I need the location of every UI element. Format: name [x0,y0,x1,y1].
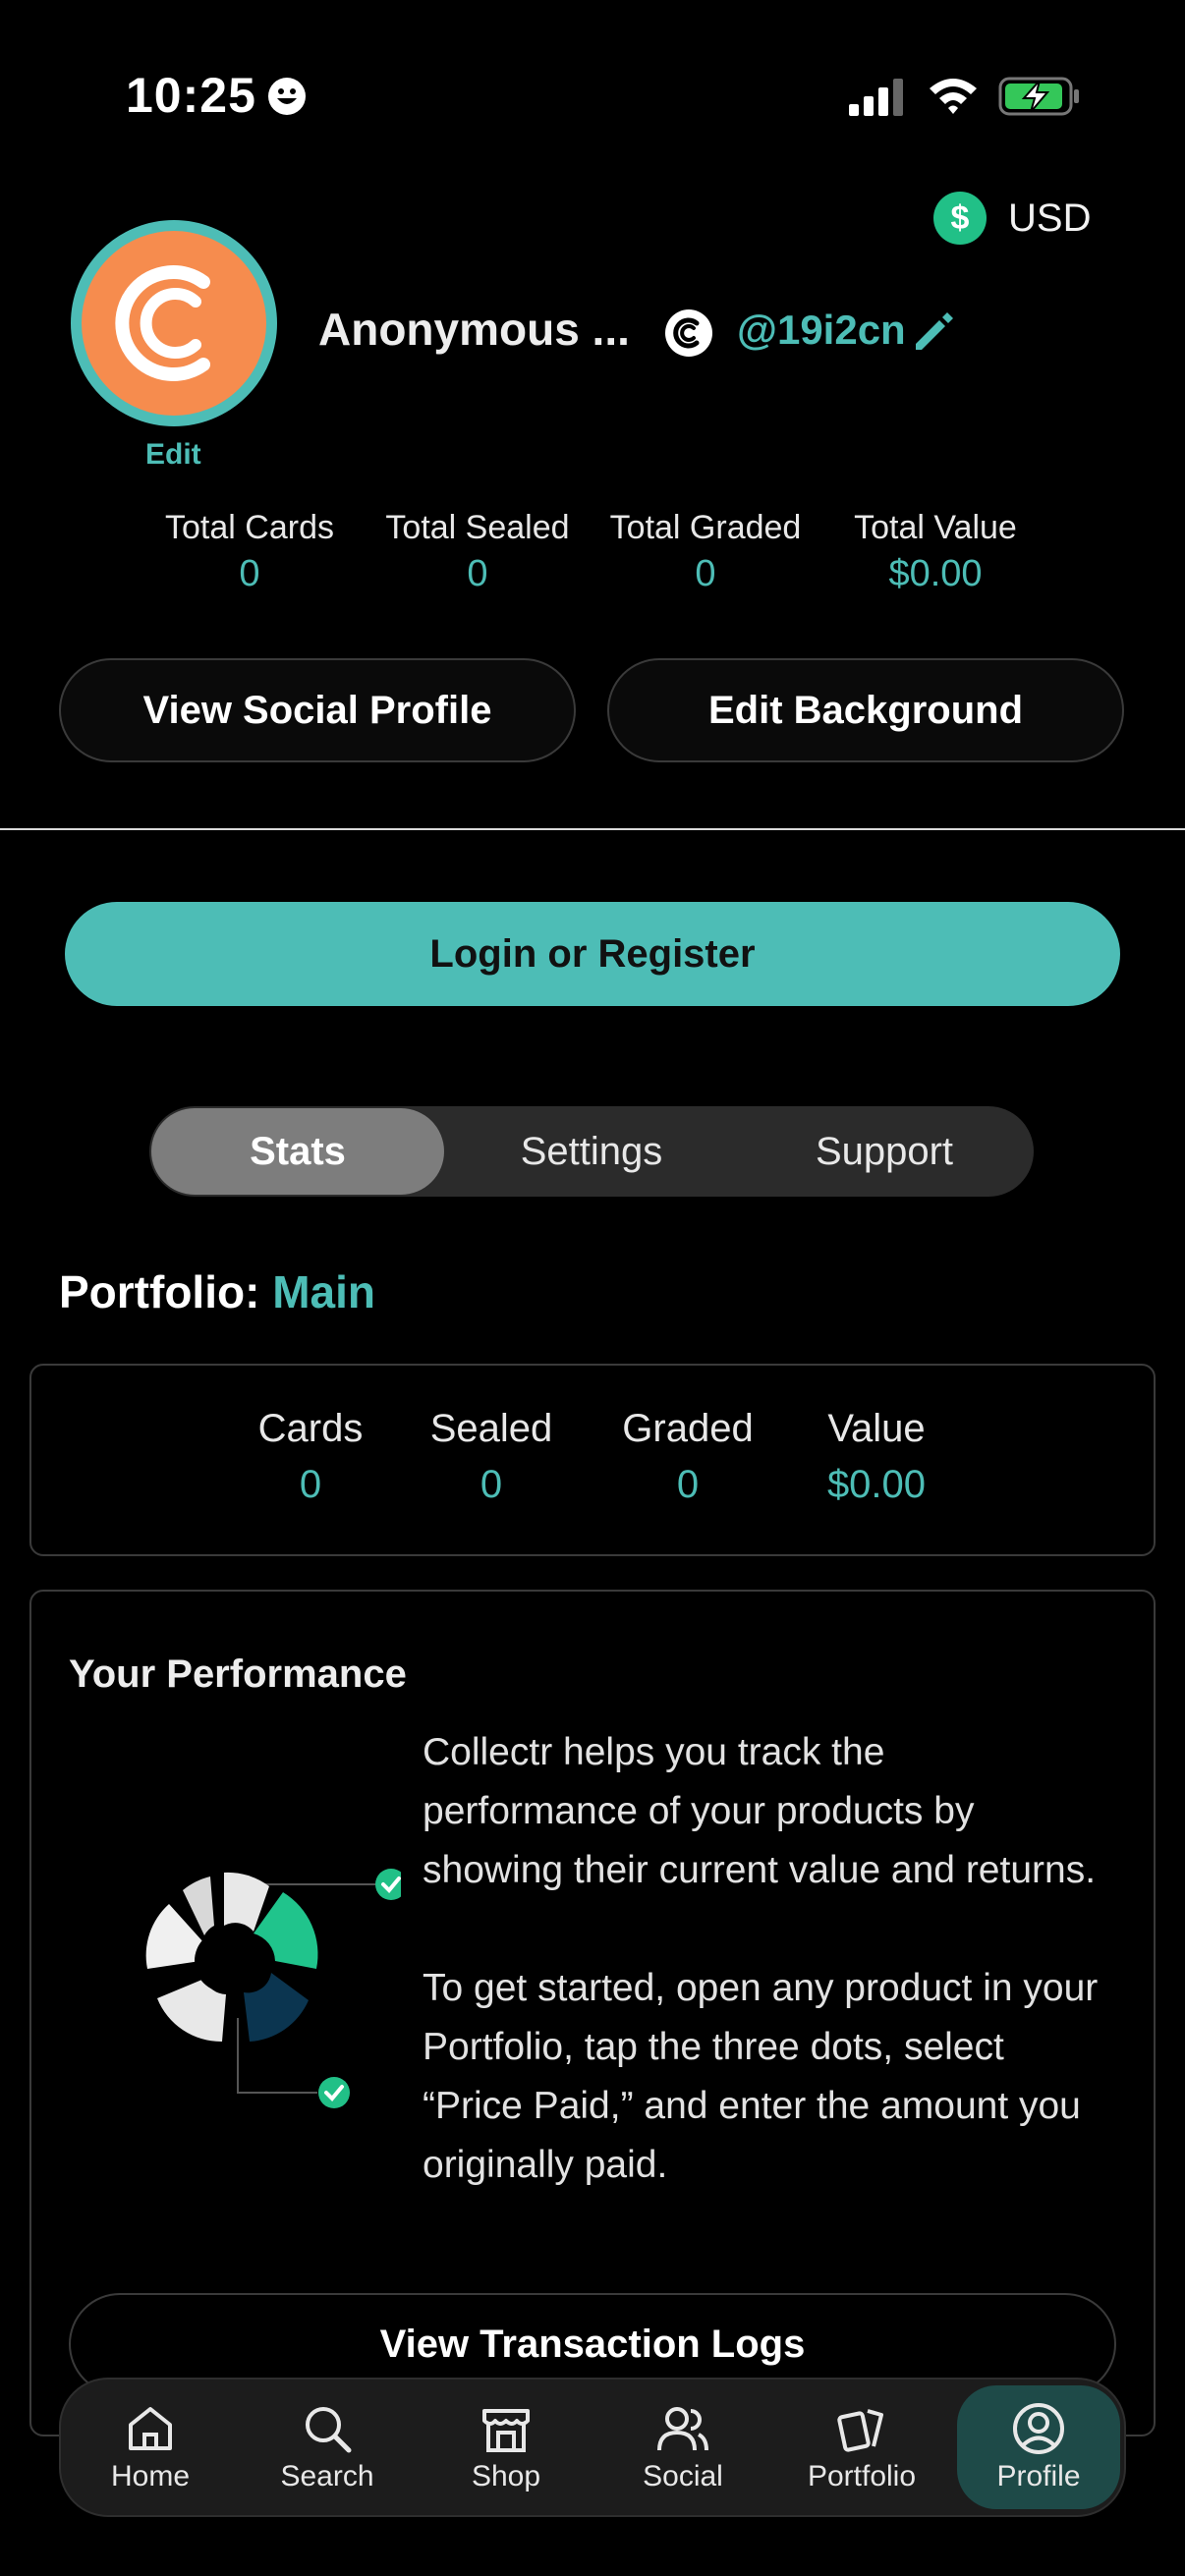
total-graded-label: Total Graded [609,509,802,546]
home-icon [129,2407,172,2450]
battery-charging-icon [998,77,1079,116]
cellular-signal-icon [849,79,903,116]
currency-code: USD [1008,196,1092,240]
nav-profile[interactable]: Profile [957,2385,1120,2509]
total-cards-label: Total Cards [165,509,334,546]
stat-cards-label: Cards [257,1407,364,1450]
dollar-coin-icon: $ [933,192,987,245]
view-social-profile-button[interactable]: View Social Profile [59,658,576,762]
status-time: 10:25 [126,68,256,123]
nav-social-label: Social [643,2460,723,2492]
total-cards-value: 0 [239,553,260,594]
stat-graded-value: 0 [676,1463,700,1506]
collectr-badge-icon [665,309,712,357]
stat-sealed-value: 0 [480,1463,503,1506]
nav-shop[interactable]: Shop [424,2380,588,2515]
user-handle[interactable]: @19i2cn [737,307,906,354]
portfolio-prefix: Portfolio: [59,1266,260,1317]
portfolio-stats-card: Cards 0 Sealed 0 Graded 0 Value $0.00 [29,1364,1156,1556]
total-graded: Total Graded 0 [588,509,823,595]
avatar[interactable] [71,220,277,426]
currency-selector[interactable]: $ USD [933,191,1091,246]
nav-shop-label: Shop [471,2460,541,2492]
portfolio-name[interactable]: Main [272,1266,375,1317]
total-sealed-label: Total Sealed [385,509,570,546]
divider [0,828,1185,830]
total-sealed-value: 0 [467,553,488,594]
stat-value-value: $0.00 [826,1463,927,1506]
stat-graded: Graded 0 [599,1407,776,1507]
stat-sealed: Sealed 0 [403,1407,580,1507]
shop-icon [482,2409,530,2452]
portfolio-heading: Portfolio: Main [59,1265,375,1318]
nav-home[interactable]: Home [69,2380,232,2515]
user-name: Anonymous ... [318,304,630,355]
wifi-icon [930,79,977,114]
bottom-navigation: Home Search Shop Social Portfolio Profil… [59,2378,1126,2517]
stat-graded-label: Graded [622,1407,754,1450]
total-value-label: Total Value [854,509,1017,546]
nav-search[interactable]: Search [246,2380,409,2515]
nav-portfolio-label: Portfolio [807,2460,917,2492]
pencil-edit-icon[interactable] [910,310,955,356]
portfolio-chart-illustration-icon [145,1869,401,2108]
stat-cards: Cards 0 [222,1407,399,1507]
nav-profile-label: Profile [996,2460,1081,2492]
stat-sealed-label: Sealed [429,1407,553,1450]
performance-title: Your Performance [69,1652,407,1696]
nav-portfolio[interactable]: Portfolio [780,2380,943,2515]
profile-totals: Total Cards 0 Total Sealed 0 Total Grade… [0,509,1185,599]
total-value: Total Value $0.00 [818,509,1053,595]
portfolio-icon [837,2409,883,2452]
nav-home-label: Home [110,2460,191,2492]
social-icon [657,2407,708,2451]
performance-paragraph-2: To get started, open any product in your… [423,1967,1099,2186]
total-sealed: Total Sealed 0 [360,509,595,595]
collectr-logo-icon [115,265,210,381]
tab-support[interactable]: Support [737,1108,1032,1195]
performance-description: Collectr helps you track the performance… [423,1723,1110,2195]
total-cards: Total Cards 0 [132,509,367,595]
profile-tabs: Stats Settings Support [149,1106,1034,1197]
stat-cards-value: 0 [299,1463,322,1506]
nav-social[interactable]: Social [601,2380,764,2515]
total-value-value: $0.00 [888,553,983,594]
tab-settings[interactable]: Settings [444,1108,739,1195]
login-register-button[interactable]: Login or Register [65,902,1120,1006]
profile-icon [1013,2403,1064,2454]
performance-paragraph-1: Collectr helps you track the performance… [423,1731,1097,1891]
smiley-icon [268,78,306,115]
status-bar: 10:25 [0,0,1185,187]
total-graded-value: 0 [695,553,716,594]
nav-search-label: Search [280,2460,374,2492]
avatar-edit-link[interactable]: Edit [145,438,201,472]
search-icon [306,2407,352,2453]
edit-background-button[interactable]: Edit Background [607,658,1124,762]
stat-value: Value $0.00 [788,1407,965,1507]
tab-stats[interactable]: Stats [151,1108,444,1195]
stat-value-label: Value [827,1407,926,1450]
